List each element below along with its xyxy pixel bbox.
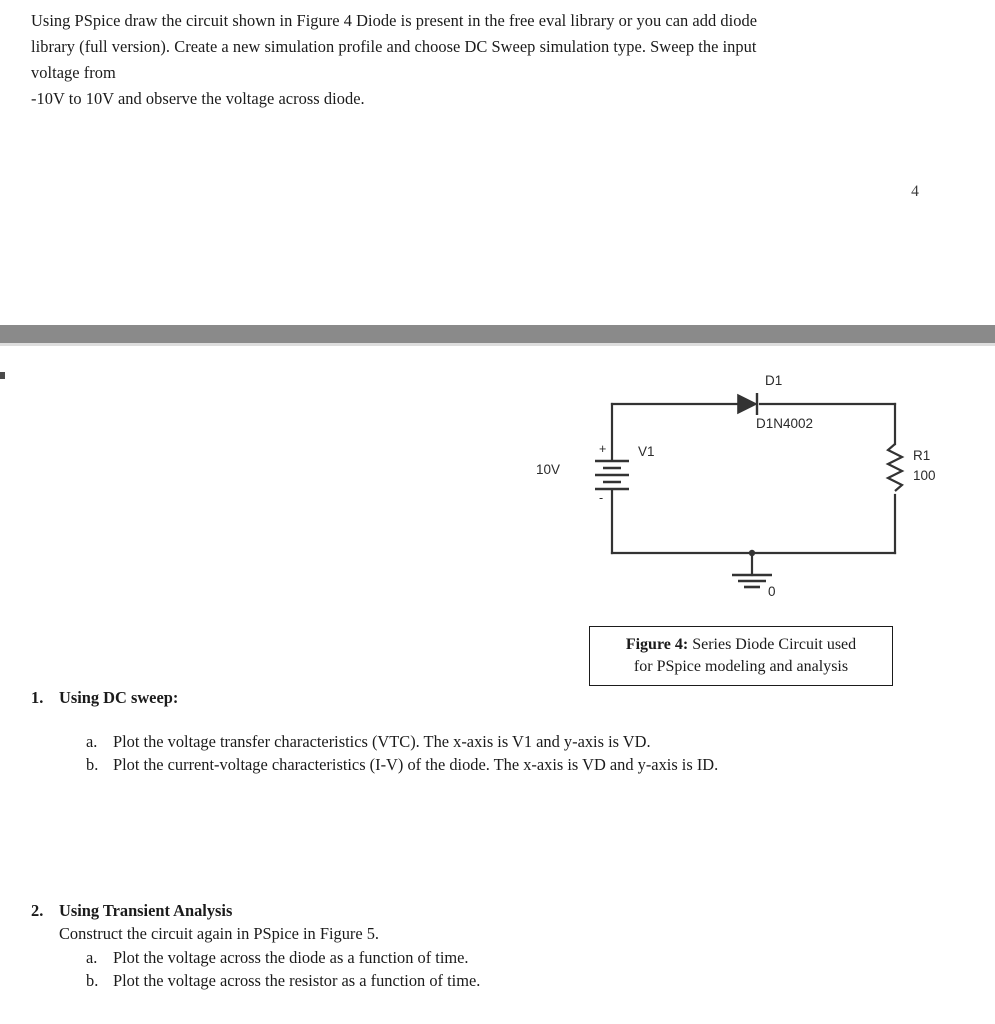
ground-junction-dot	[748, 549, 756, 557]
diode-triangle	[737, 393, 758, 415]
scan-divider-band	[0, 325, 995, 346]
task-1-subitem-b-marker: b.	[86, 755, 99, 774]
intro-line-2: library (full version). Create a new sim…	[31, 37, 757, 56]
intro-line-3: voltage from	[31, 63, 116, 82]
source-value-label: 10V	[536, 462, 560, 477]
intro-line-4: -10V to 10V and observe the voltage acro…	[31, 89, 365, 108]
task-item-1: 1. Using DC sweep: a. Plot the voltage t…	[31, 688, 911, 792]
source-polarity-minus: -	[599, 491, 603, 505]
intro-paragraph: Using PSpice draw the circuit shown in F…	[31, 8, 965, 112]
figure-caption-box: Figure 4: Series Diode Circuit used for …	[589, 626, 893, 686]
figure-caption-line-2: for PSpice modeling and analysis	[633, 658, 849, 675]
task-2-subtext: Construct the circuit again in PSpice in…	[59, 924, 380, 943]
figure-caption-line-1: Figure 4: Series Diode Circuit used	[626, 634, 856, 656]
task-2-subitem-b-text: Plot the voltage across the resistor as …	[113, 971, 481, 990]
task-1-subitem-b: b. Plot the current-voltage characterist…	[86, 753, 911, 776]
task-1-subitem-b-text: Plot the current-voltage characteristics…	[113, 755, 719, 774]
figure-caption-rest: Series Diode Circuit used	[688, 636, 857, 653]
page-number: 4	[911, 183, 919, 200]
task-2-sublist: a. Plot the voltage across the diode as …	[86, 946, 911, 992]
task-1-subitem-a-text: Plot the voltage transfer characteristic…	[113, 732, 651, 751]
task-1-subitem-a-marker: a.	[86, 732, 98, 751]
task-1-number: 1.	[31, 688, 44, 707]
task-1-heading: 1. Using DC sweep:	[31, 688, 911, 708]
task-2-heading: 2. Using Transient Analysis	[31, 901, 911, 921]
task-2-number: 2.	[31, 901, 44, 920]
intro-line-1: Using PSpice draw the circuit shown in F…	[31, 11, 758, 30]
source-ref-label: V1	[638, 444, 655, 459]
task-2-subitem-a-marker: a.	[86, 948, 98, 967]
resistor-ref-label: R1	[913, 448, 930, 463]
task-2-subitem-a: a. Plot the voltage across the diode as …	[86, 946, 911, 969]
circuit-diagram: + - D1 D1N4002 10V V1 R1 100 0	[520, 360, 940, 630]
task-item-2: 2. Using Transient Analysis Construct th…	[31, 901, 911, 1008]
resistor-symbol	[885, 443, 905, 492]
diode-ref-label: D1	[765, 373, 782, 388]
task-2-subitem-a-text: Plot the voltage across the diode as a f…	[113, 948, 469, 967]
figure-caption-prefix: Figure 4:	[625, 636, 689, 653]
source-polarity-plus: +	[599, 442, 606, 456]
diode-symbol	[737, 393, 759, 415]
task-2-subitem-b: b. Plot the voltage across the resistor …	[86, 969, 911, 992]
task-1-sublist: a. Plot the voltage transfer characteris…	[86, 730, 911, 776]
scan-edge-mark	[0, 372, 5, 379]
voltage-source-symbol	[595, 459, 629, 491]
resistor-value-label: 100	[913, 468, 936, 483]
task-2-title: Using Transient Analysis	[59, 901, 233, 920]
task-1-subitem-a: a. Plot the voltage transfer characteris…	[86, 730, 911, 753]
diode-model-label: D1N4002	[756, 416, 813, 431]
task-2-subitem-b-marker: b.	[86, 971, 99, 990]
ground-label: 0	[768, 584, 776, 599]
task-1-title: Using DC sweep:	[59, 688, 179, 707]
